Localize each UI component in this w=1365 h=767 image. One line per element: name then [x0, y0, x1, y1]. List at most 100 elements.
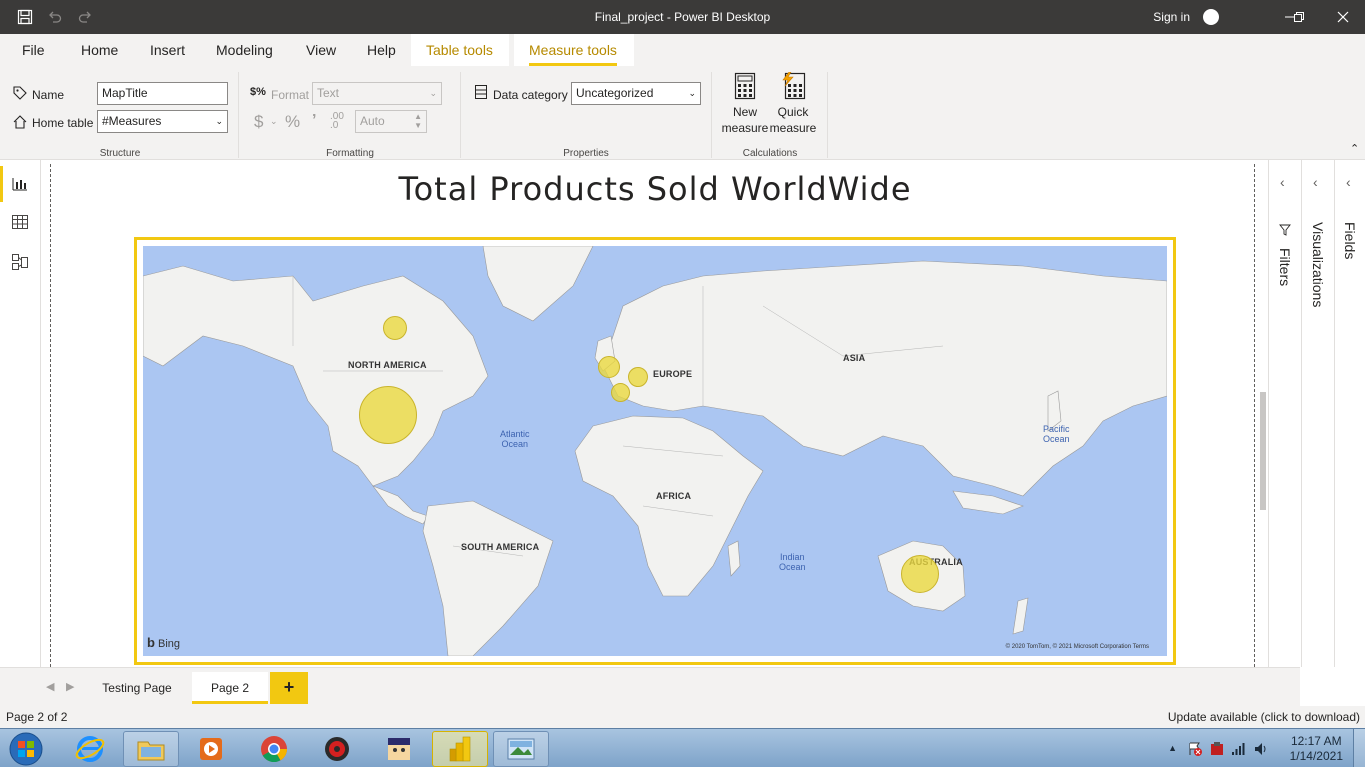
app-red-icon[interactable] [309, 731, 365, 767]
show-desktop-button[interactable] [1353, 729, 1365, 767]
view-switcher [0, 160, 41, 667]
decimal-places-input: Auto ▲ ▼ [355, 110, 427, 133]
media-player-icon[interactable] [183, 731, 239, 767]
name-input[interactable]: MapTitle [97, 82, 228, 105]
fields-label: Fields [1342, 222, 1358, 260]
format-label: Format [271, 88, 310, 102]
data-bubble[interactable] [901, 555, 939, 593]
home-table-select[interactable]: #Measures ⌄ [97, 110, 228, 133]
calculator-icon [734, 72, 756, 100]
status-bar: Page 2 of 2 Update available (click to d… [0, 706, 1365, 728]
filters-pane[interactable]: ‹ Filters [1268, 160, 1301, 667]
add-page-button[interactable]: + [270, 672, 308, 704]
label-north-america: NORTH AMERICA [348, 360, 427, 370]
model-view-icon[interactable] [10, 252, 30, 272]
ocean-label-line: Pacific [1043, 424, 1070, 434]
start-button[interactable] [6, 731, 46, 767]
close-icon[interactable] [1332, 6, 1354, 28]
data-bubble[interactable] [611, 383, 630, 402]
format-select: Text ⌄ [312, 82, 442, 105]
group-formatting-label: Formatting [326, 148, 374, 159]
decimal-places-value: Auto [360, 114, 385, 128]
data-bubble[interactable] [383, 316, 407, 340]
percent-icon: % [285, 112, 301, 131]
currency-icon: $ [254, 112, 264, 131]
fields-pane[interactable]: ‹ Fields [1334, 160, 1365, 667]
windows-taskbar: ▲ 12:17 AM 1/14/2021 [0, 728, 1365, 767]
chrome-icon[interactable] [246, 731, 302, 767]
chevron-down-icon: ⌄ [688, 88, 696, 98]
visualizations-pane[interactable]: ‹ Visualizations [1301, 160, 1334, 667]
report-canvas: Total Products Sold WorldWide NORTH AMER… [42, 160, 1268, 667]
report-view-icon[interactable] [10, 174, 30, 194]
data-category-select[interactable]: Uncategorized ⌄ [571, 82, 701, 105]
group-calculations-label: Calculations [742, 148, 798, 159]
decimal-icon: .00.0 [330, 111, 344, 131]
new-measure-button[interactable]: New measure [720, 72, 770, 136]
collapse-filters-icon[interactable]: ‹ [1280, 174, 1285, 190]
collapse-visualizations-icon[interactable]: ‹ [1313, 174, 1318, 190]
collapse-ribbon-icon[interactable]: ⌃ [1350, 142, 1359, 155]
scrollbar-thumb[interactable] [1260, 392, 1266, 510]
quick-measure-button[interactable]: Quick measure [768, 71, 818, 136]
tab-measure-tools-label: Measure tools [529, 42, 617, 58]
data-bubble[interactable] [359, 386, 417, 444]
chevron-down-icon: ⌄ [270, 116, 278, 126]
format-value: Text [317, 86, 340, 100]
report-title[interactable]: Total Products Sold WorldWide [42, 170, 1268, 208]
data-bubble[interactable] [628, 367, 648, 387]
tab-table-tools[interactable]: Table tools [426, 42, 493, 58]
ribbon-tabs: File Home Insert Modeling View Help Tabl… [0, 34, 1365, 66]
group-divider [238, 72, 239, 158]
scroll-right-icon[interactable]: ▶ [66, 680, 74, 693]
tab-modeling[interactable]: Modeling [216, 42, 273, 58]
collapse-fields-icon[interactable]: ‹ [1346, 174, 1351, 190]
avatar[interactable] [1203, 9, 1219, 25]
ocean-label-line: Indian [780, 552, 805, 562]
map-copyright[interactable]: © 2020 TomTom, © 2021 Microsoft Corporat… [1006, 644, 1149, 650]
label-asia: ASIA [843, 353, 866, 363]
power-bi-taskbar-icon[interactable] [432, 731, 488, 767]
ocean-label-line: Ocean [1043, 434, 1070, 444]
label-pacific-ocean: Pacific Ocean [1043, 424, 1070, 444]
app-character-icon[interactable] [371, 731, 427, 767]
visualizations-label: Visualizations [1310, 222, 1326, 308]
data-bubble[interactable] [598, 356, 620, 378]
file-explorer-icon[interactable] [123, 731, 179, 767]
tab-file[interactable]: File [22, 42, 45, 58]
tab-home[interactable]: Home [81, 42, 118, 58]
data-view-icon[interactable] [10, 212, 30, 232]
name-label: Name [32, 88, 65, 102]
page-tabs: ◀ ▶ Testing Page Page 2 + [0, 667, 1300, 706]
app-tray-icon[interactable] [1209, 741, 1225, 760]
scroll-left-icon[interactable]: ◀ [46, 680, 54, 693]
tab-view[interactable]: View [306, 42, 336, 58]
restore-icon[interactable] [1288, 6, 1310, 28]
action-center-icon[interactable] [1187, 741, 1203, 760]
internet-explorer-icon[interactable] [62, 731, 118, 767]
photo-viewer-icon[interactable] [493, 731, 549, 767]
bubble-map[interactable]: NORTH AMERICA EUROPE ASIA AFRICA SOUTH A… [143, 246, 1167, 656]
tab-measure-tools[interactable]: Measure tools [529, 42, 617, 66]
clock-time: 12:17 AM [1290, 734, 1342, 748]
new-measure-label-1: New [732, 105, 757, 119]
tab-insert[interactable]: Insert [150, 42, 185, 58]
tab-help[interactable]: Help [367, 42, 396, 58]
network-icon[interactable] [1231, 741, 1247, 760]
canvas-scrollbar[interactable] [1258, 160, 1268, 667]
system-clock[interactable]: 12:17 AM 1/14/2021 [1290, 734, 1343, 764]
update-available-link[interactable]: Update available (click to download) [1168, 710, 1360, 724]
sign-in-link[interactable]: Sign in [1153, 10, 1190, 24]
new-measure-label-2: measure [721, 121, 769, 135]
volume-icon[interactable] [1253, 741, 1269, 760]
show-hidden-icons[interactable]: ▲ [1168, 743, 1177, 753]
map-visual[interactable]: NORTH AMERICA EUROPE ASIA AFRICA SOUTH A… [134, 237, 1176, 665]
label-europe: EUROPE [653, 369, 693, 379]
data-category-value: Uncategorized [576, 86, 654, 100]
bing-logo: b Bing [147, 635, 180, 650]
page-tab-page-2[interactable]: Page 2 [192, 672, 268, 704]
page-indicator: Page 2 of 2 [6, 710, 68, 724]
page-tab-testing-page[interactable]: Testing Page [84, 672, 190, 704]
world-basemap [143, 246, 1167, 656]
group-divider [711, 72, 712, 158]
